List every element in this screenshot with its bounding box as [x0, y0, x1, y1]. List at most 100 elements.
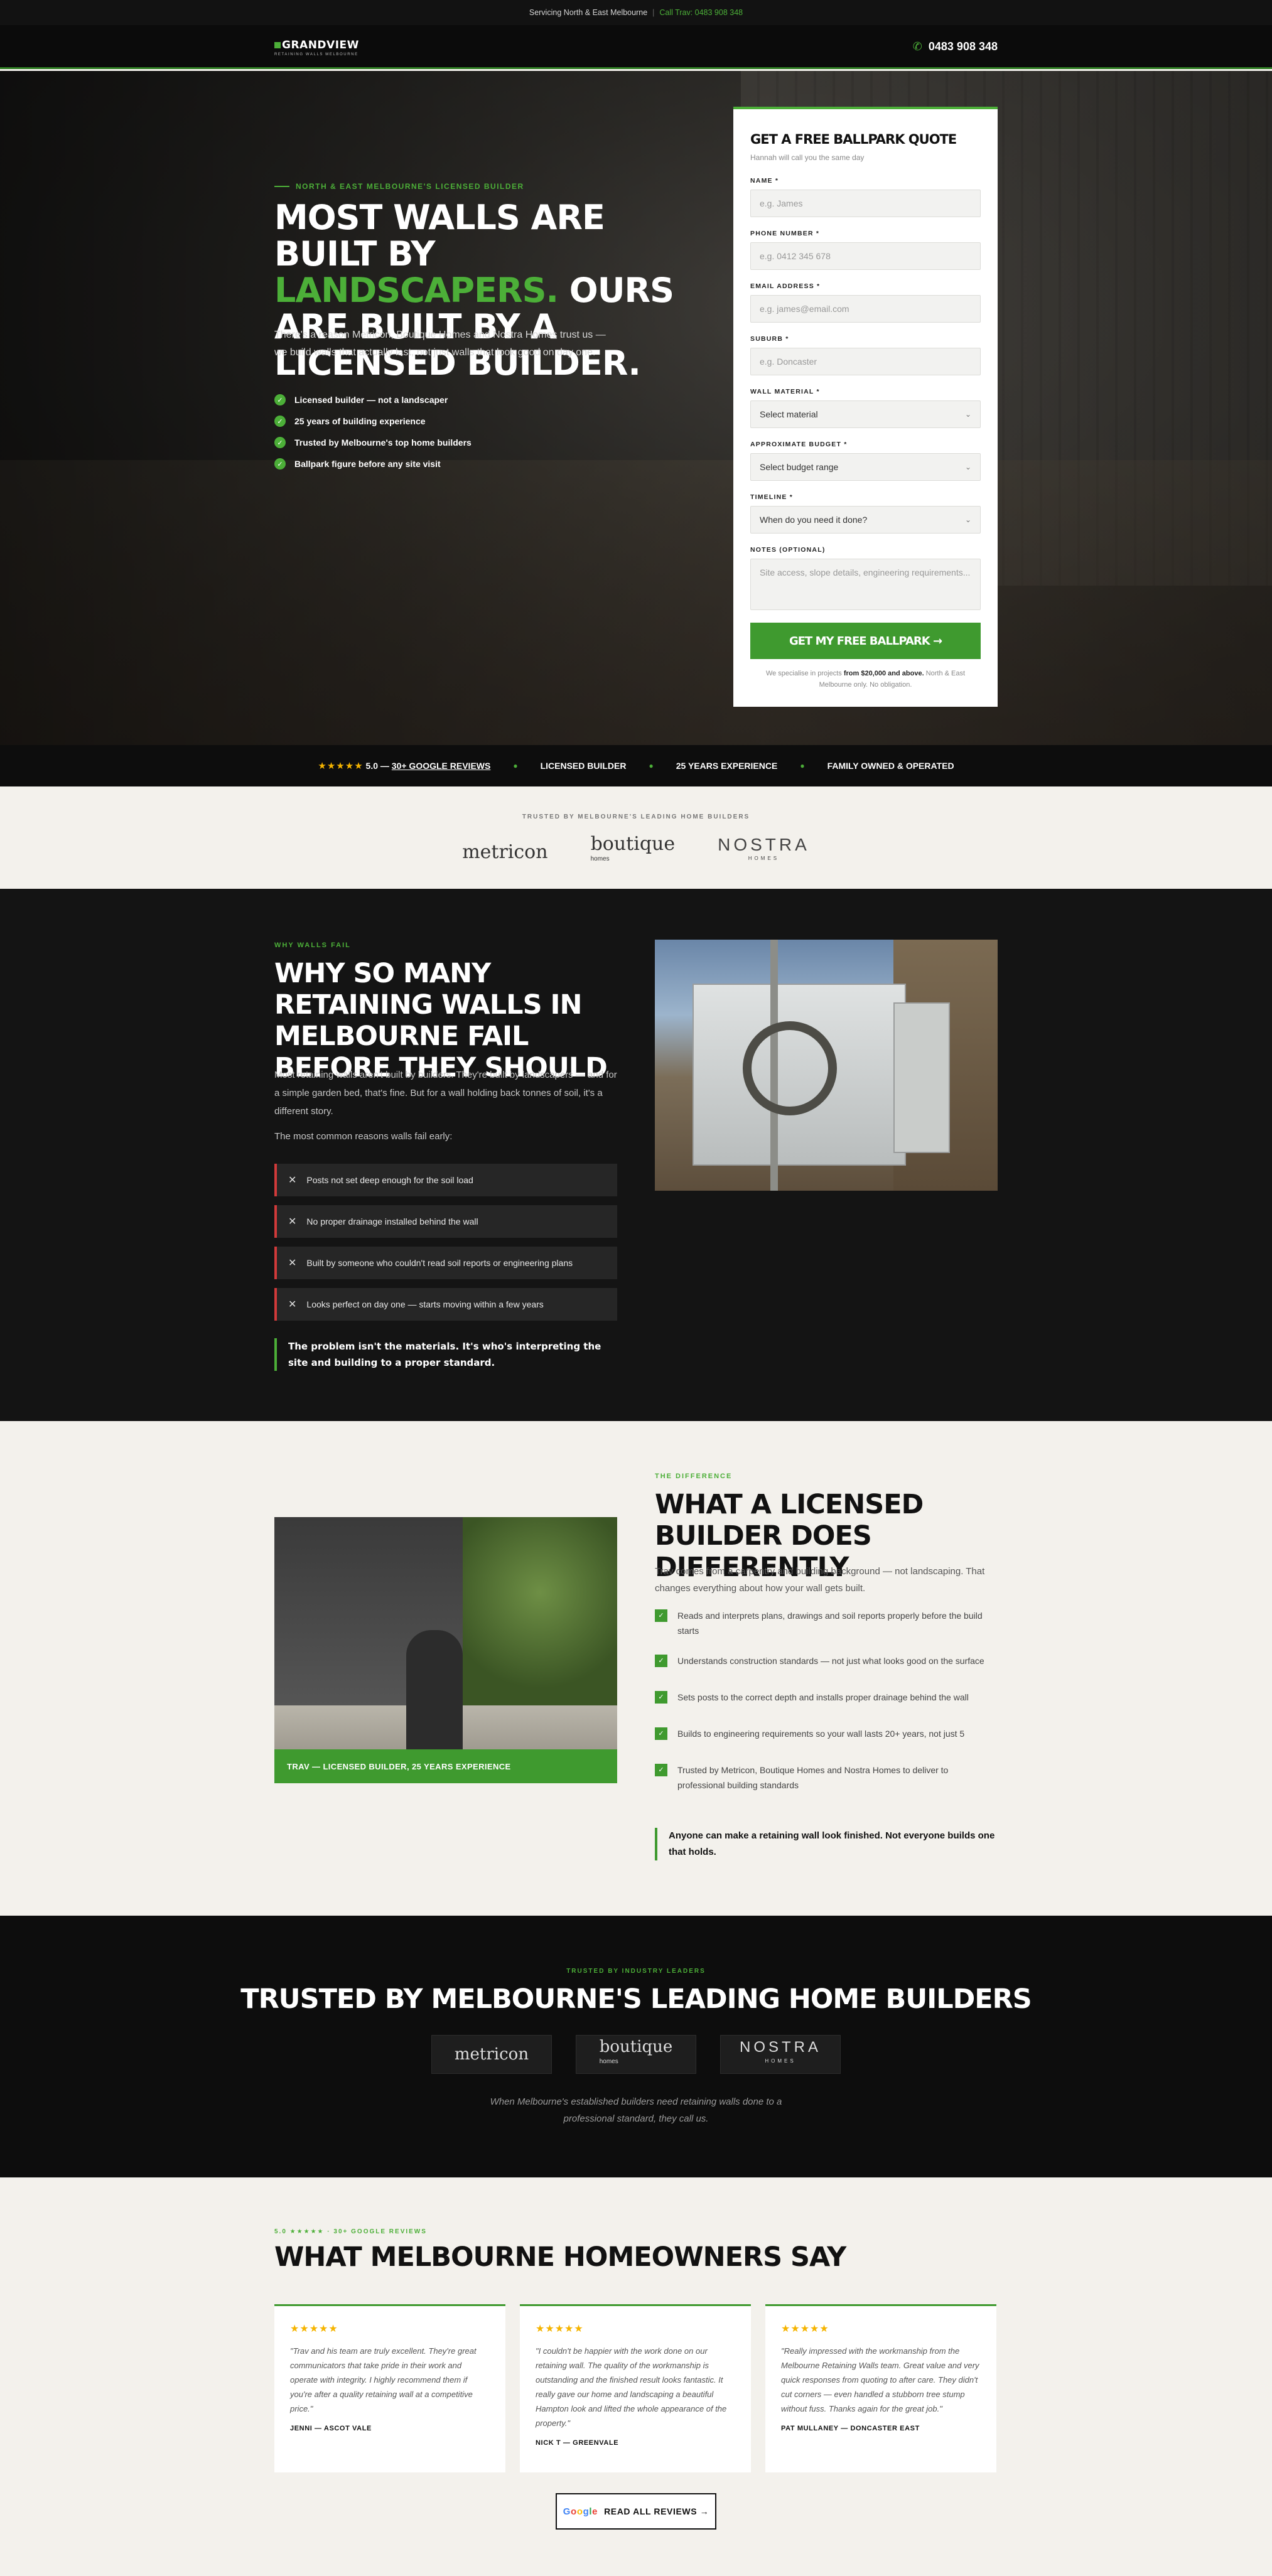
timeline-label: TIMELINE *	[750, 493, 794, 501]
google-letter: o	[576, 2506, 583, 2517]
nostra-logo-text: NOSTRA	[739, 2039, 821, 2056]
logo[interactable]: GRANDVIEW RETAINING WALLS MELBOURNE	[274, 39, 359, 56]
review-card: ★★★★★ "Really impressed with the workman…	[765, 2304, 996, 2472]
review-text: "Trav and his team are truly excellent. …	[290, 2346, 477, 2413]
section-paragraph: Most retaining walls aren't built by bui…	[274, 1070, 617, 1117]
logo-band-label: TRUSTED BY MELBOURNE'S LEADING HOME BUIL…	[522, 813, 750, 820]
header-phone[interactable]: ✆ 0483 908 348	[913, 40, 998, 53]
difference-list: ✓ Reads and interprets plans, drawings an…	[655, 1608, 998, 1808]
notes-label: NOTES (OPTIONAL)	[750, 546, 826, 554]
retaining-wall-install-photo	[655, 940, 998, 1191]
star-rating-icon: ★★★★★	[290, 2324, 338, 2334]
hero-intro: There's a reason Metricon, Boutique Home…	[274, 330, 606, 358]
metricon-logo: metricon	[454, 2045, 529, 2064]
reviews-section: 5.0 ★★★★★ · 30+ GOOGLE REVIEWS WHAT MELB…	[0, 2177, 1272, 2576]
builder-logo-band: TRUSTED BY MELBOURNE'S LEADING HOME BUIL…	[0, 786, 1272, 889]
photo-builder	[406, 1630, 463, 1756]
material-select[interactable]: Select material ⌄	[750, 400, 981, 428]
list-item: ✓ Sets posts to the correct depth and ins…	[655, 1690, 998, 1705]
material-select-value: Select material	[760, 409, 818, 419]
submit-button[interactable]: GET MY FREE BALLPARK →	[750, 623, 981, 659]
list-item: ✓ Ballpark figure before any site visit	[274, 453, 472, 475]
rating-text: 5.0 —	[365, 761, 392, 771]
read-all-reviews-button[interactable]: Google READ ALL REVIEWS →	[556, 2493, 716, 2530]
hero	[0, 71, 1272, 745]
bullet-icon: ●	[649, 761, 654, 770]
close-icon: ✕	[288, 1216, 297, 1227]
check-icon: ✓	[274, 437, 286, 448]
check-icon: ✓	[655, 1727, 667, 1740]
review-author: PAT MULLANEY — DONCASTER EAST	[781, 2425, 920, 2432]
star-rating-icon: ★★★★★	[536, 2324, 584, 2334]
top-bar: Servicing North & East Melbourne | Call …	[0, 0, 1272, 25]
trav-builder-photo: TRAV — LICENSED BUILDER, 25 YEARS EXPERI…	[274, 1517, 617, 1783]
name-field[interactable]: e.g. James	[750, 190, 981, 217]
builder-logos: metricon boutique homes NOSTRA HOMES	[0, 835, 1272, 867]
call-trav-link[interactable]: Call Trav: 0483 908 348	[659, 8, 743, 17]
star-rating-icon: ★★★★★	[781, 2324, 829, 2334]
strip-item: 25 YEARS EXPERIENCE	[676, 761, 778, 771]
failure-reasons-list: ✕ Posts not set deep enough for the soil …	[274, 1164, 617, 1329]
phone-label: PHONE NUMBER *	[750, 230, 820, 237]
nostra-logo-sub: HOMES	[765, 2058, 796, 2064]
list-item: ✓ Reads and interprets plans, drawings an…	[655, 1608, 998, 1638]
hero-checklist: ✓ Licensed builder — not a landscaper ✓ 25…	[274, 389, 472, 475]
check-icon: ✓	[655, 1691, 667, 1704]
timeline-select[interactable]: When do you need it done? ⌄	[750, 506, 981, 534]
email-label: EMAIL ADDRESS *	[750, 282, 821, 290]
list-item: ✓ 25 years of building experience	[274, 411, 472, 432]
failure-reason-text: Looks perfect on day one — starts moving…	[306, 1299, 544, 1309]
google-reviews-link[interactable]: 30+ GOOGLE REVIEWS	[392, 761, 491, 771]
close-icon: ✕	[288, 1258, 297, 1269]
email-field[interactable]: e.g. james@email.com	[750, 295, 981, 323]
difference-text: Sets posts to the correct depth and inst…	[677, 1692, 969, 1702]
difference-text: Builds to engineering requirements so yo…	[677, 1729, 965, 1739]
read-all-reviews-label: READ ALL REVIEWS →	[604, 2506, 709, 2516]
site-header: GRANDVIEW RETAINING WALLS MELBOURNE ✆ 04…	[0, 25, 1272, 69]
checklist-text: Trusted by Melbourne's top home builders	[294, 437, 472, 448]
section-title: TRUSTED BY MELBOURNE'S LEADING HOME BUIL…	[240, 1983, 1032, 2015]
list-item: ✕ Looks perfect on day one — starts movin…	[274, 1288, 617, 1321]
list-item: ✕ No proper drainage installed behind the…	[274, 1205, 617, 1238]
google-letter: e	[592, 2506, 598, 2517]
boutique-logo-card: boutique homes	[576, 2035, 696, 2074]
bullet-icon: ●	[513, 761, 518, 770]
nostra-homes-logo: NOSTRA HOMES	[739, 2039, 821, 2068]
budget-select[interactable]: Select budget range ⌄	[750, 453, 981, 481]
boutique-homes-logo: boutique homes	[600, 2039, 673, 2069]
review-text: "Really impressed with the workmanship f…	[781, 2346, 979, 2413]
material-label: WALL MATERIAL *	[750, 388, 820, 395]
difference-section: TRAV — LICENSED BUILDER, 25 YEARS EXPERI…	[0, 1421, 1272, 1916]
section-title: WHAT MELBOURNE HOMEOWNERS SAY	[274, 2241, 846, 2273]
section-eyebrow: 5.0 ★★★★★ · 30+ GOOGLE REVIEWS	[274, 2228, 427, 2235]
hero-heading-part-1: MOST WALLS ARE BUILT BY	[274, 198, 605, 274]
difference-text: Trusted by Metricon, Boutique Homes and …	[677, 1765, 949, 1790]
hero-eyebrow: NORTH & EAST MELBOURNE'S LICENSED BUILDE…	[274, 182, 524, 191]
check-icon: ✓	[274, 394, 286, 405]
form-title: GET A FREE BALLPARK QUOTE	[750, 132, 957, 147]
section-quote: When Melbourne's established builders ne…	[0, 2093, 1272, 2127]
boutique-logo-sub: homes	[599, 2058, 618, 2065]
list-item: ✓ Builds to engineering requirements so y…	[655, 1726, 998, 1741]
divider: |	[652, 8, 655, 17]
eyebrow-line	[274, 186, 289, 187]
builder-logo-cards: metricon boutique homes NOSTRA HOMES	[0, 2035, 1272, 2074]
google-letter: g	[583, 2506, 590, 2517]
google-letter: o	[571, 2506, 577, 2517]
phone-field[interactable]: e.g. 0412 345 678	[750, 242, 981, 270]
budget-select-value: Select budget range	[760, 462, 839, 472]
check-icon: ✓	[655, 1655, 667, 1667]
suburb-field[interactable]: e.g. Doncaster	[750, 348, 981, 375]
notes-textarea[interactable]: Site access, slope details, engineering …	[750, 559, 981, 610]
trusted-by-builders-section: TRUSTED BY INDUSTRY LEADERS TRUSTED BY M…	[0, 1916, 1272, 2177]
photo-concrete-sleeper	[893, 1002, 950, 1153]
failure-reason-text: No proper drainage installed behind the …	[306, 1216, 478, 1226]
quote-line: When Melbourne's established builders ne…	[490, 2096, 782, 2107]
star-rating-icon: ★★★★★	[318, 761, 364, 771]
photo-tree	[463, 1517, 617, 1705]
google-logo-icon: Google	[563, 2506, 598, 2517]
close-icon: ✕	[288, 1299, 297, 1310]
section-paragraph: Trav comes from a carpentry and building…	[655, 1566, 985, 1594]
strip-item: LICENSED BUILDER	[540, 761, 627, 771]
trust-strip: ★★★★★ 5.0 — 30+ GOOGLE REVIEWS ● LICENSE…	[0, 745, 1272, 786]
